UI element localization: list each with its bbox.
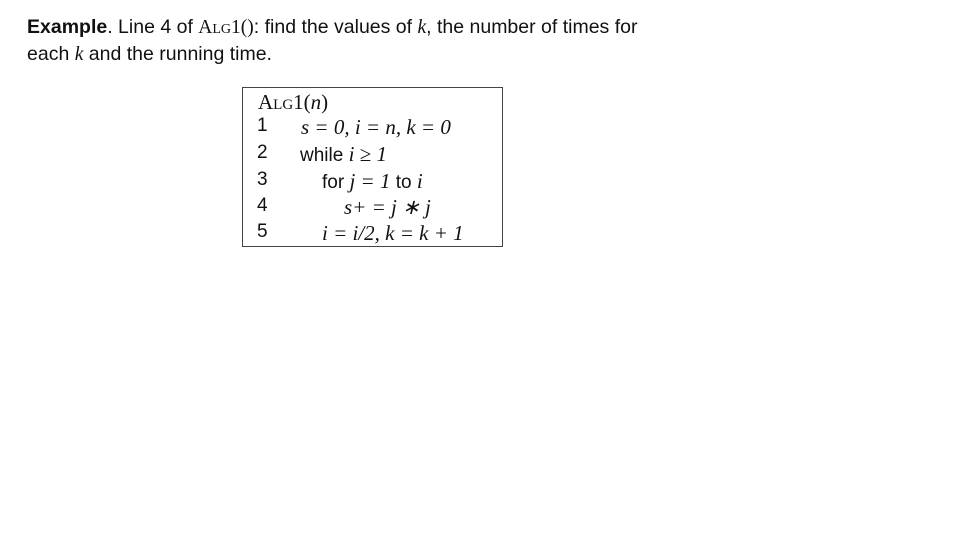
algorithm-arg: n — [310, 90, 322, 114]
var-k: k — [417, 17, 427, 38]
code-math: j = 1 — [349, 169, 391, 193]
intro-text: . Line 4 of — [107, 16, 199, 38]
code-math: s+ = j ∗ j — [344, 195, 431, 219]
line-number: 5 — [257, 221, 268, 242]
intro-text: each — [27, 43, 75, 65]
algorithm-title: Alg1(n) — [258, 90, 328, 115]
intro-text: : find the values of — [253, 16, 418, 38]
algorithm-name: Alg1 — [258, 90, 304, 114]
example-label: Example — [27, 16, 108, 38]
example-paragraph: Example. Line 4 of Alg1(): find the valu… — [27, 14, 747, 68]
intro-text: and the running time. — [83, 43, 272, 65]
line-number: 1 — [257, 115, 268, 136]
code-line-5: 5 i = i/2, k = k + 1 — [243, 221, 502, 247]
alg-name: Alg1 — [198, 17, 241, 38]
alg-parens: () — [240, 17, 254, 38]
line-number: 4 — [257, 195, 268, 216]
keyword-for: for — [322, 172, 350, 193]
intro-text: , the number of times for — [426, 16, 638, 38]
keyword-to: to — [390, 172, 417, 193]
code-math: i = i/2, k = k + 1 — [322, 221, 464, 245]
code-line-1: 1 s = 0, i = n, k = 0 — [243, 115, 502, 141]
paren: ) — [321, 90, 329, 114]
line-number: 3 — [257, 169, 268, 190]
code-math: i — [416, 169, 423, 193]
code-math: i ≥ 1 — [348, 142, 387, 166]
line-number: 2 — [257, 142, 268, 163]
code-line-4: 4 s+ = j ∗ j — [243, 195, 502, 221]
code-line-2: 2 while i ≥ 1 — [243, 142, 502, 168]
code-math: s = 0, i = n, k = 0 — [301, 115, 451, 139]
keyword-while: while — [300, 145, 349, 166]
algorithm-box: Alg1(n) 1 s = 0, i = n, k = 0 2 while i … — [242, 87, 503, 247]
code-line-3: 3 for j = 1 to i — [243, 169, 502, 195]
paren: ( — [303, 90, 311, 114]
